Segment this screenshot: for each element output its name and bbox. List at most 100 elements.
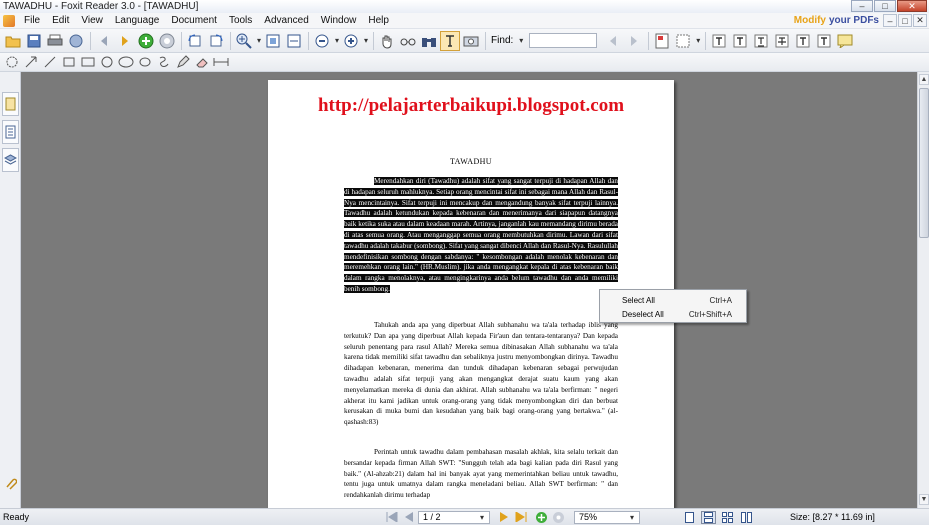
note-icon[interactable] [835, 31, 855, 51]
find-input[interactable] [529, 33, 598, 48]
doc-minimize-button[interactable]: – [883, 14, 897, 27]
scroll-down-arrow[interactable]: ▼ [919, 494, 929, 505]
attachment-icon[interactable] [4, 477, 18, 490]
layers-tab[interactable] [2, 148, 19, 172]
typewriter-icon[interactable] [709, 31, 729, 51]
text-strikeout-icon[interactable] [772, 31, 792, 51]
pencil-icon[interactable] [174, 54, 192, 71]
paragraph-2[interactable]: Tahukah anda apa yang diperbuat Allah su… [344, 320, 618, 428]
text-squiggly-icon[interactable] [814, 31, 834, 51]
menu-document[interactable]: Document [165, 13, 223, 29]
text-underline-icon[interactable] [751, 31, 771, 51]
previous-page-icon[interactable] [94, 31, 114, 51]
facing-pages-icon[interactable] [720, 511, 735, 524]
arrow-tool-icon[interactable] [22, 54, 40, 71]
minimize-button[interactable]: – [851, 0, 873, 12]
scroll-thumb[interactable] [919, 88, 929, 238]
page-layout-buttons [682, 510, 754, 524]
paragraph-3[interactable]: Perintah untuk tawadhu dalam pembahasan … [344, 447, 618, 501]
back-view-icon[interactable] [551, 510, 566, 524]
rectangle-small-icon[interactable] [60, 54, 78, 71]
go-forward-icon[interactable] [136, 31, 156, 51]
single-page-icon[interactable] [682, 511, 697, 524]
scroll-up-arrow[interactable]: ▲ [919, 74, 929, 85]
print-icon[interactable] [45, 31, 65, 51]
doc-restore-button[interactable]: □ [898, 14, 912, 27]
stop-icon[interactable] [157, 31, 177, 51]
eraser-icon[interactable] [193, 54, 211, 71]
pencil-scribble-icon[interactable] [155, 54, 173, 71]
menu-advanced[interactable]: Advanced [258, 13, 314, 29]
fit-page-icon[interactable] [263, 31, 283, 51]
page-dropdown-arrow[interactable]: ▾ [480, 513, 484, 522]
deselect-all-menu-item[interactable]: Deselect All Ctrl+Shift+A [600, 307, 746, 321]
bookmarks-tab[interactable] [2, 92, 19, 116]
next-page-nav-icon[interactable] [496, 510, 511, 524]
menu-language[interactable]: Language [109, 13, 166, 29]
pages-tab[interactable] [2, 120, 19, 144]
continuous-facing-icon[interactable] [739, 511, 754, 524]
text-box-icon[interactable] [730, 31, 750, 51]
select-text-icon[interactable] [440, 30, 461, 51]
find-next-icon[interactable] [624, 31, 644, 51]
menu-edit[interactable]: Edit [46, 13, 75, 29]
next-page-icon[interactable] [115, 31, 135, 51]
circle-tool-icon[interactable] [98, 54, 116, 71]
toolbar-separator [308, 31, 310, 50]
toolbar-separator [90, 31, 91, 50]
lasso-icon[interactable] [3, 54, 21, 71]
distance-tool-icon[interactable] [212, 54, 230, 71]
snapshot-icon[interactable] [461, 31, 481, 51]
reading-glasses-icon[interactable] [398, 31, 418, 51]
line-tool-icon[interactable] [41, 54, 59, 71]
continuous-page-icon[interactable] [701, 510, 716, 524]
rotate-left-icon[interactable] [185, 31, 205, 51]
save-icon[interactable] [24, 31, 44, 51]
text-highlight-icon[interactable] [793, 31, 813, 51]
menu-help[interactable]: Help [362, 13, 395, 29]
oval-tool-icon[interactable] [136, 54, 154, 71]
rectangle-tool-icon[interactable] [79, 54, 97, 71]
first-page-icon[interactable] [384, 510, 399, 524]
selected-text[interactable]: Merendahkan diri (Tawadhu) adalah sifat … [344, 177, 618, 293]
fit-width-icon[interactable] [284, 31, 304, 51]
maximize-button[interactable]: □ [874, 0, 896, 12]
selected-paragraph[interactable]: Merendahkan diri (Tawadhu) adalah sifat … [344, 176, 618, 295]
menu-file[interactable]: File [18, 13, 46, 29]
toolbar-separator [705, 31, 707, 50]
grid-icon[interactable] [673, 31, 693, 51]
promo-banner[interactable]: Modify your PDFs [794, 14, 879, 27]
hand-tool-icon[interactable] [377, 31, 397, 51]
page-properties-icon[interactable] [652, 31, 672, 51]
email-icon[interactable] [66, 31, 86, 51]
prev-page-icon[interactable] [401, 510, 416, 524]
menu-view[interactable]: View [75, 13, 109, 29]
find-options-arrow[interactable]: ▾ [519, 36, 523, 45]
zoom-in-circle-icon[interactable] [341, 31, 361, 51]
doc-close-button[interactable]: ✕ [913, 14, 927, 27]
menu-window[interactable]: Window [315, 13, 363, 29]
open-icon[interactable] [3, 31, 23, 51]
close-button[interactable]: ✕ [897, 0, 927, 12]
binoculars-icon[interactable] [419, 31, 439, 51]
zoom-dropdown-arrow[interactable]: ▾ [257, 36, 261, 45]
zoom-in-dropdown-arrow[interactable]: ▾ [364, 36, 368, 45]
zoom-level-box[interactable]: 75% ▾ [574, 510, 640, 524]
find-previous-icon[interactable] [603, 31, 623, 51]
menu-tools[interactable]: Tools [223, 13, 258, 29]
last-page-icon[interactable] [513, 510, 528, 524]
forward-view-icon[interactable] [534, 510, 549, 524]
select-all-menu-item[interactable]: Select All Ctrl+A [600, 293, 746, 307]
zoom-out-circle-icon[interactable] [312, 31, 332, 51]
zoom-in-icon[interactable] [234, 31, 254, 51]
zoom-out-dropdown-arrow[interactable]: ▾ [335, 36, 339, 45]
grid-dropdown-arrow[interactable]: ▾ [696, 36, 700, 45]
page-number-box[interactable]: 1 / 2 ▾ [418, 510, 490, 524]
vertical-scrollbar[interactable]: ▲ ▼ [917, 72, 929, 508]
rotate-right-icon[interactable] [206, 31, 226, 51]
ellipse-tool-icon[interactable] [117, 54, 135, 71]
zoom-level-dropdown-arrow[interactable]: ▾ [630, 513, 634, 522]
app-icon[interactable] [3, 14, 15, 27]
document-view[interactable]: http://pelajarterbaikupi.blogspot.com TA… [21, 72, 917, 508]
status-ready: Ready [3, 512, 30, 522]
